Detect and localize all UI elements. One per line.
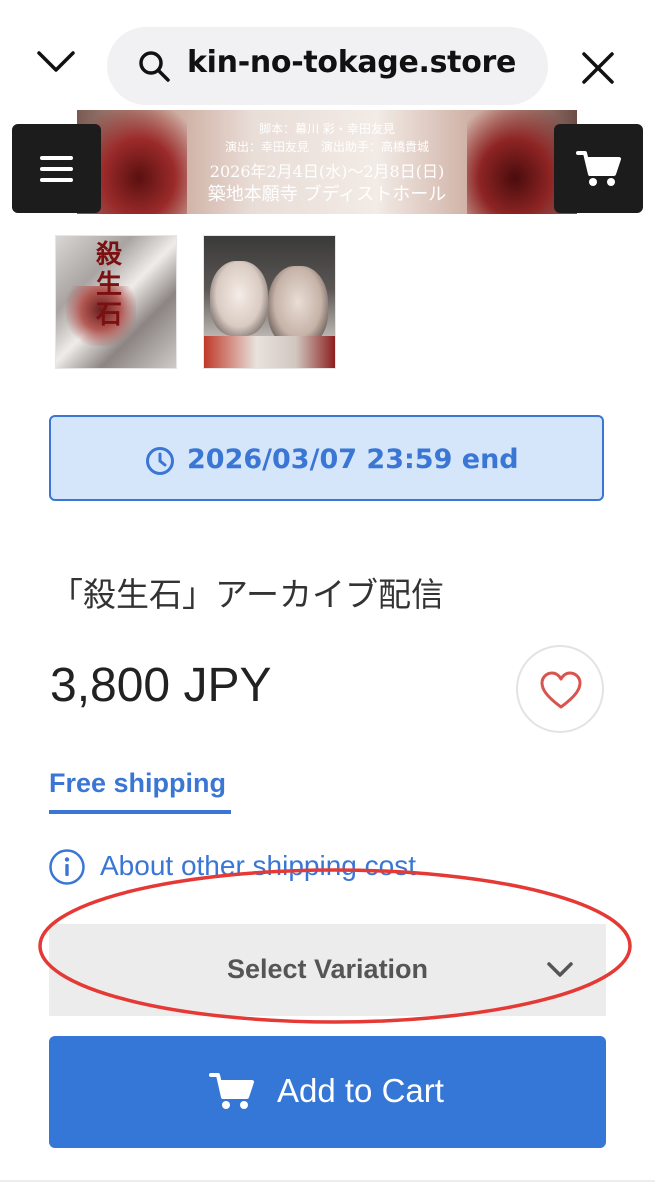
- favorite-button[interactable]: [516, 645, 604, 733]
- chevron-down-icon[interactable]: [36, 48, 76, 76]
- cart-icon: [576, 151, 621, 186]
- close-icon[interactable]: [580, 50, 616, 86]
- banner-dates: 2026年2月4日(水)〜2月8日(日): [209, 162, 445, 181]
- search-icon: [139, 51, 170, 82]
- divider: [0, 1180, 655, 1182]
- chevron-down-icon: [547, 962, 573, 977]
- free-shipping-label: Free shipping: [49, 768, 227, 798]
- heart-icon: [540, 671, 582, 709]
- address-bar[interactable]: kin-no-tokage.store: [107, 27, 548, 105]
- thumbnail-title-kanji: 殺生石: [96, 240, 123, 330]
- product-title: 「殺生石」アーカイブ配信: [50, 575, 445, 614]
- browser-toolbar: kin-no-tokage.store: [0, 0, 655, 110]
- sale-end-notice: 2026/03/07 23:59 end: [49, 415, 604, 501]
- sale-end-text: 2026/03/07 23:59 end: [187, 444, 519, 475]
- banner-credits-script: 脚本：幕川 彩・幸田友見: [259, 122, 395, 136]
- banner-credits-direction: 演出：幸田友見 演出助手：高橋貴城: [224, 140, 429, 154]
- cart-icon: [209, 1073, 254, 1109]
- hero-banner-image: 脚本：幕川 彩・幸田友見 演出：幸田友見 演出助手：高橋貴城 2026年2月4日…: [77, 110, 577, 214]
- add-to-cart-label: Add to Cart: [277, 1072, 444, 1109]
- cart-button[interactable]: [554, 124, 643, 213]
- variation-select[interactable]: Select Variation: [49, 924, 606, 1016]
- free-shipping-underline: [49, 810, 231, 814]
- clock-icon: [146, 447, 174, 475]
- other-shipping-cost-link[interactable]: About other shipping cost: [100, 850, 416, 882]
- product-thumbnail-2[interactable]: [203, 235, 336, 369]
- add-to-cart-button[interactable]: Add to Cart: [49, 1036, 606, 1148]
- banner-venue: 築地本願寺 ブディストホール: [207, 184, 447, 205]
- product-thumbnail-1[interactable]: 殺生石: [55, 235, 177, 369]
- url-text: kin-no-tokage.store: [187, 45, 517, 80]
- menu-button[interactable]: [12, 124, 101, 213]
- info-icon: [49, 849, 85, 885]
- product-price: 3,800 JPY: [50, 659, 272, 712]
- variation-select-placeholder: Select Variation: [226, 954, 429, 984]
